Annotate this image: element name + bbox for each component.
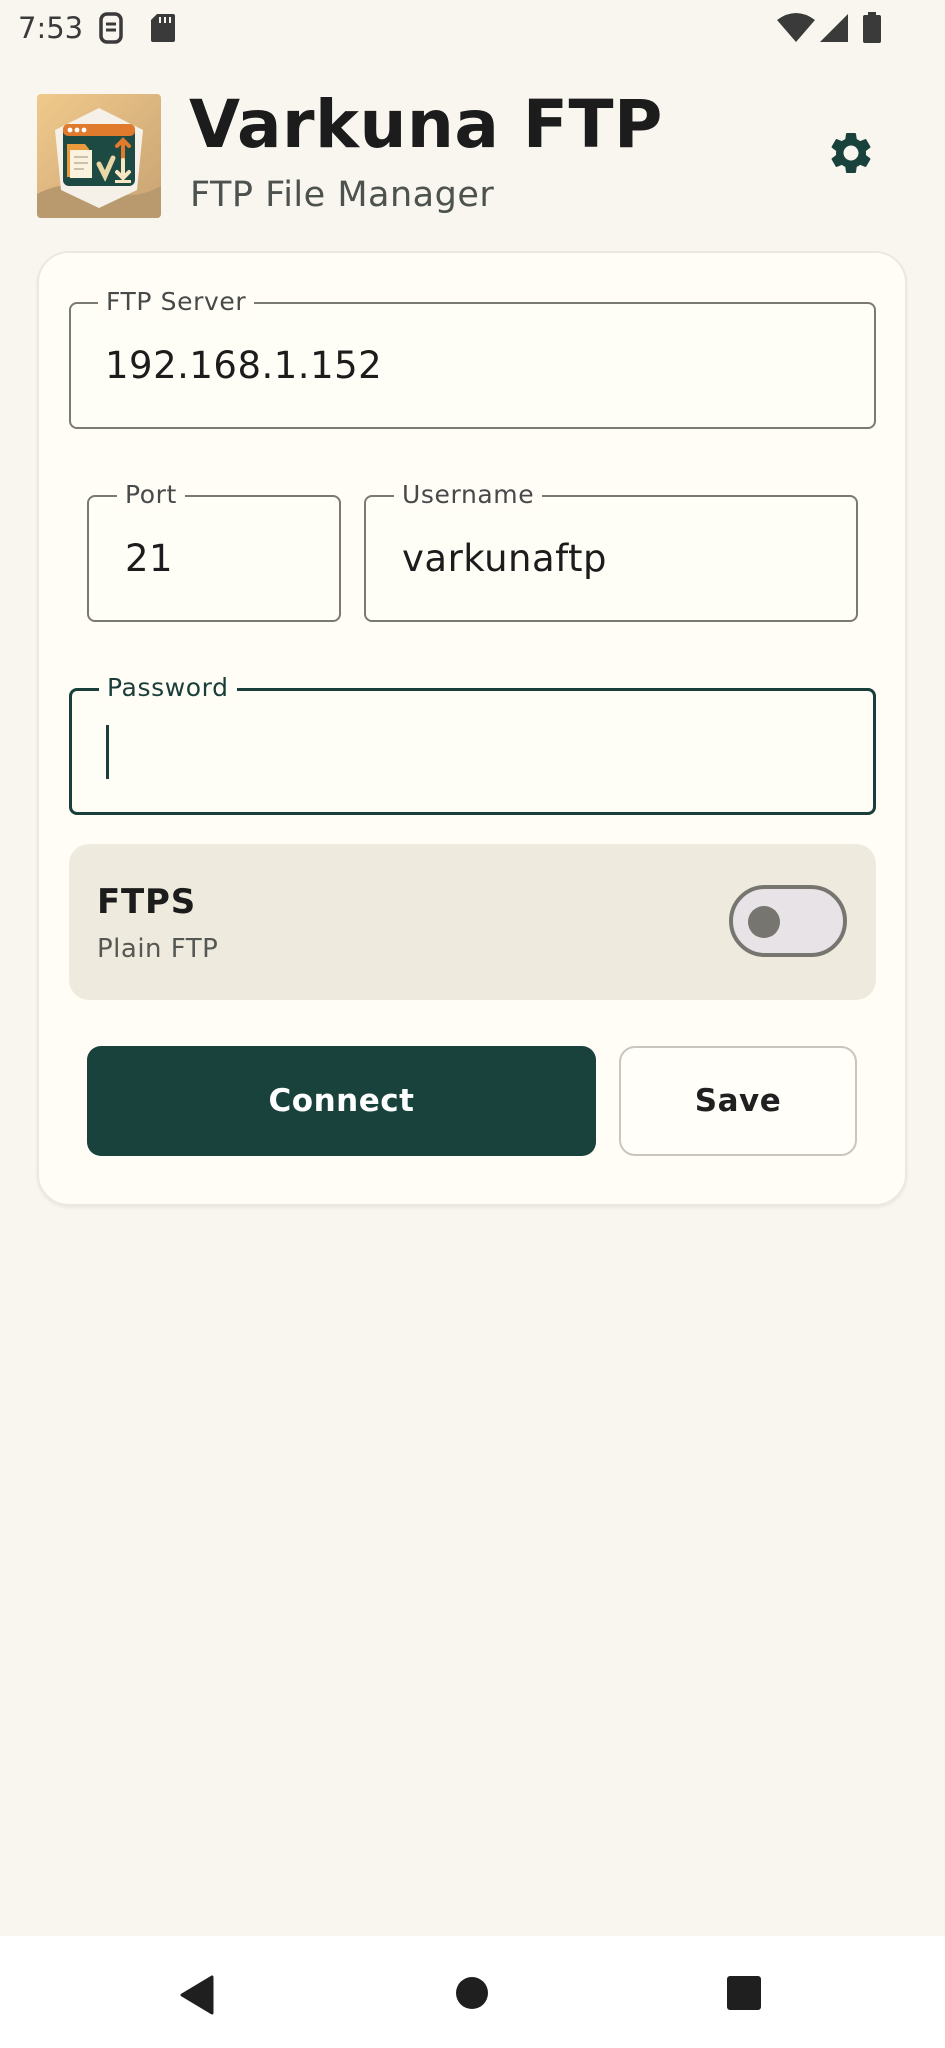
- ftp-server-label: FTP Server: [98, 286, 255, 318]
- username-value: varkunaftp: [402, 537, 608, 580]
- password-label: Password: [99, 672, 237, 704]
- status-time: 7:53: [18, 11, 84, 45]
- app-logo-icon: [37, 94, 161, 218]
- switch-knob: [748, 906, 780, 938]
- app-subtitle: FTP File Manager: [190, 175, 495, 215]
- ftps-subtitle: Plain FTP: [97, 934, 219, 964]
- password-field[interactable]: Password: [69, 672, 876, 815]
- sd-card-icon: [151, 14, 175, 42]
- ftp-server-value: 192.168.1.152: [105, 344, 383, 387]
- port-value: 21: [125, 537, 174, 580]
- wifi-icon: [777, 13, 815, 42]
- save-button[interactable]: Save: [619, 1046, 857, 1156]
- battery-icon: [863, 12, 881, 43]
- username-field[interactable]: Username varkunaftp: [364, 479, 858, 622]
- username-label: Username: [394, 479, 543, 511]
- app-title: Varkuna FTP: [189, 86, 663, 163]
- connect-button[interactable]: Connect: [87, 1046, 596, 1156]
- recents-icon[interactable]: [727, 1976, 761, 2010]
- ftp-server-field[interactable]: FTP Server 192.168.1.152: [69, 286, 876, 429]
- home-icon[interactable]: [455, 1976, 489, 2010]
- signal-icon: [820, 14, 848, 42]
- port-field[interactable]: Port 21: [87, 479, 341, 622]
- text-caret: [106, 725, 109, 779]
- ftps-toggle-row[interactable]: FTPS Plain FTP: [69, 844, 876, 1000]
- gear-icon[interactable]: [826, 128, 876, 178]
- port-label: Port: [117, 479, 185, 511]
- back-icon[interactable]: [178, 1974, 216, 2016]
- ftps-title: FTPS: [97, 882, 197, 922]
- ftps-switch[interactable]: [729, 885, 847, 957]
- sim-icon: [99, 12, 123, 44]
- navigation-bar: [0, 1936, 945, 2048]
